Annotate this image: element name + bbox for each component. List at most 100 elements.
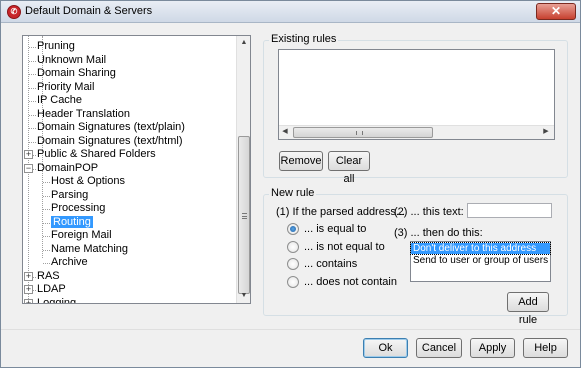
tree-connector bbox=[43, 249, 50, 251]
expand-icon[interactable]: + bbox=[24, 298, 33, 303]
tree-item[interactable]: Domain Signatures (text/html) bbox=[29, 134, 183, 148]
scroll-right-arrow-icon[interactable]: ▶ bbox=[541, 127, 551, 137]
grip-icon bbox=[242, 213, 247, 219]
scroll-down-arrow-icon[interactable]: ▼ bbox=[239, 291, 249, 301]
tree-item[interactable]: Host & Options bbox=[43, 175, 125, 188]
tree-item[interactable]: Processing bbox=[43, 202, 106, 215]
tree-item-label: DomainPOP bbox=[37, 161, 99, 174]
tree-connector bbox=[29, 60, 36, 62]
tree-connector bbox=[43, 195, 50, 197]
dialog-window: ✆ Default Domain & Servers ✕ Pruning Unkn… bbox=[0, 0, 581, 368]
tree-guide-line bbox=[42, 170, 43, 258]
condition-radio-label[interactable]: ... is not equal to bbox=[304, 241, 385, 253]
tree-connector bbox=[29, 74, 36, 75]
tree-item-label: Parsing bbox=[51, 188, 89, 201]
tree-item[interactable]: Domain Signatures (text/plain) bbox=[29, 121, 185, 134]
window-title: Default Domain & Servers bbox=[25, 5, 153, 17]
tree-item[interactable]: Foreign Mail bbox=[43, 229, 112, 242]
condition-radio[interactable] bbox=[287, 240, 299, 253]
step3-label: (3) ... then do this: bbox=[394, 227, 483, 239]
add-rule-button[interactable]: Add rule bbox=[507, 292, 549, 326]
scroll-left-arrow-icon[interactable]: ◀ bbox=[280, 127, 290, 137]
rules-horizontal-scrollbar[interactable]: ◀ ▶ bbox=[279, 125, 554, 139]
tree-item-label: Pruning bbox=[37, 40, 75, 52]
tree-connector bbox=[29, 87, 36, 89]
tree-item-label: IP Cache bbox=[37, 94, 83, 106]
step1-label: (1) If the parsed address... bbox=[276, 206, 406, 218]
ok-button[interactable]: Ok bbox=[363, 338, 408, 358]
tree-item-label: Domain Signatures (text/plain) bbox=[37, 121, 185, 133]
existing-rules-heading: Existing rules bbox=[269, 33, 339, 45]
tree-item-label: Domain Signatures (text/html) bbox=[37, 134, 183, 147]
step2-label: (2) ... this text: bbox=[394, 206, 464, 218]
tree-item[interactable]: + Public & Shared Folders bbox=[24, 148, 156, 161]
tree-connector bbox=[29, 141, 36, 143]
condition-radio[interactable] bbox=[287, 258, 299, 270]
remove-button[interactable]: Remove bbox=[279, 151, 323, 171]
tree-item-label: Domain Sharing bbox=[37, 67, 116, 79]
expand-icon[interactable]: + bbox=[24, 285, 33, 294]
close-button[interactable]: ✕ bbox=[536, 3, 576, 20]
expand-icon[interactable]: + bbox=[24, 150, 33, 159]
settings-tree[interactable]: Pruning Unknown Mail Domain Sharing Priorit… bbox=[22, 35, 251, 304]
expand-icon[interactable]: + bbox=[24, 271, 33, 281]
title-bar[interactable]: ✆ Default Domain & Servers ✕ bbox=[1, 1, 580, 23]
rules-scroll-thumb[interactable] bbox=[293, 127, 433, 138]
tree-connector bbox=[29, 304, 36, 305]
tree-item[interactable]: Unknown Mail bbox=[29, 54, 106, 67]
tree-item[interactable]: + Logging bbox=[24, 296, 77, 304]
action-list-item[interactable]: Don't deliver to this address bbox=[410, 242, 551, 255]
cancel-button[interactable]: Cancel bbox=[416, 338, 462, 358]
condition-radio-label[interactable]: ... contains bbox=[304, 258, 357, 270]
tree-item-label: Header Translation bbox=[37, 107, 130, 120]
tree-item-label: Foreign Mail bbox=[51, 229, 112, 241]
tree-item[interactable]: Name Matching bbox=[43, 242, 129, 256]
tree-item[interactable]: Archive bbox=[43, 256, 88, 269]
tree-item[interactable]: Pruning bbox=[29, 40, 75, 53]
tree-connector bbox=[43, 236, 50, 237]
apply-button[interactable]: Apply bbox=[470, 338, 515, 358]
tree-item-label: Routing bbox=[51, 215, 93, 228]
tree-item[interactable]: + RAS bbox=[24, 269, 60, 283]
tree-connector bbox=[29, 101, 36, 102]
tree-item-label: Logging bbox=[37, 296, 77, 304]
action-listbox[interactable]: Don't deliver to this address Send to use… bbox=[410, 241, 551, 282]
tree-item-label: Public & Shared Folders bbox=[37, 148, 156, 160]
scroll-up-arrow-icon[interactable]: ▲ bbox=[239, 38, 249, 48]
tree-item-label: Host & Options bbox=[51, 175, 125, 187]
grip-icon bbox=[356, 131, 363, 135]
tree-connector bbox=[29, 47, 36, 48]
tree-scrollbar[interactable]: ▲ ▼ bbox=[236, 36, 250, 303]
condition-radio-label[interactable]: ... is equal to bbox=[304, 223, 366, 235]
tree-item-label: LDAP bbox=[37, 283, 66, 295]
match-text-input[interactable] bbox=[467, 203, 552, 218]
tree-item[interactable]: Parsing bbox=[43, 188, 89, 202]
condition-radio[interactable] bbox=[287, 275, 299, 288]
new-rule-heading: New rule bbox=[269, 187, 317, 199]
tree-item[interactable]: − DomainPOP bbox=[24, 161, 99, 175]
existing-rules-list[interactable]: ◀ ▶ bbox=[278, 49, 555, 140]
condition-radio[interactable] bbox=[287, 223, 299, 235]
tree-connector bbox=[29, 114, 36, 116]
tree-item-label: Priority Mail bbox=[37, 80, 95, 93]
tree-item[interactable]: Header Translation bbox=[29, 107, 130, 121]
collapse-icon[interactable]: − bbox=[24, 163, 33, 173]
tree-item-label: Archive bbox=[51, 256, 88, 268]
tree-connector bbox=[29, 128, 36, 129]
help-button[interactable]: Help bbox=[523, 338, 568, 358]
tree-item[interactable]: Domain Sharing bbox=[29, 67, 116, 80]
tree-connector bbox=[43, 182, 50, 183]
tree-item-label: Processing bbox=[51, 202, 106, 214]
tree-item-label: Name Matching bbox=[51, 242, 129, 255]
condition-radio-label[interactable]: ... does not contain bbox=[304, 276, 397, 288]
action-list-item[interactable]: Send to user or group of users bbox=[411, 255, 550, 266]
tree-item[interactable]: + LDAP bbox=[24, 283, 66, 296]
tree-item[interactable]: Priority Mail bbox=[29, 80, 95, 94]
tree-item[interactable]: Routing bbox=[43, 215, 93, 229]
mdaemon-icon: ✆ bbox=[7, 5, 21, 19]
tree-connector bbox=[43, 263, 50, 264]
tree-item[interactable]: IP Cache bbox=[29, 94, 83, 107]
tree-item-label: RAS bbox=[37, 269, 60, 282]
clear-all-button[interactable]: Clear all bbox=[328, 151, 370, 185]
tree-scroll-thumb[interactable] bbox=[238, 136, 250, 294]
